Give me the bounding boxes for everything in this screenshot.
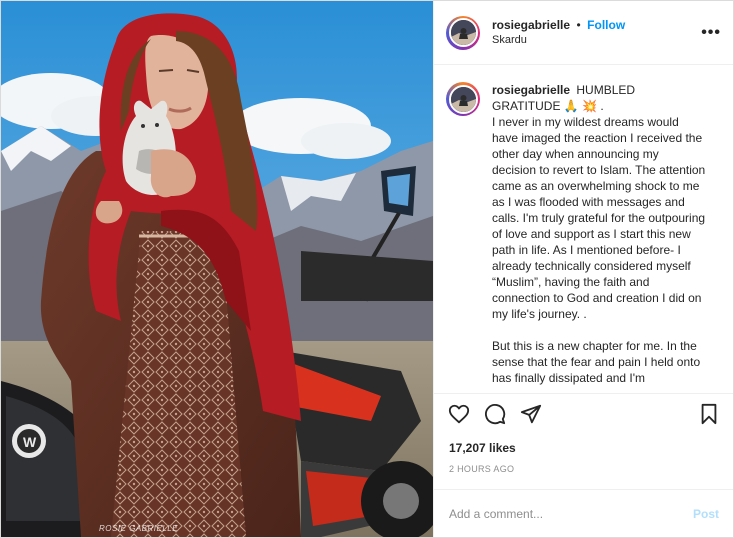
likes-count[interactable]: 17,207 likes (434, 433, 733, 455)
avatar[interactable] (446, 15, 480, 50)
follow-button[interactable]: Follow (587, 18, 625, 32)
post-caption: rosiegabrielle HUMBLED GRATITUDE 🙏 💥 . I… (492, 82, 706, 393)
caption-avatar[interactable] (446, 82, 480, 116)
caption-paragraph: But this is a new chapter for me. In the… (492, 339, 701, 385)
share-icon[interactable] (520, 403, 542, 425)
comment-bar: Post (434, 489, 733, 537)
post-header: rosiegabrielle • Follow Skardu ••• (434, 1, 733, 65)
more-options-icon[interactable]: ••• (701, 24, 721, 42)
location-link[interactable]: Skardu (492, 33, 701, 48)
post-sidebar: rosiegabrielle • Follow Skardu ••• rosie… (433, 1, 733, 537)
post-photo-image: W (1, 1, 433, 537)
instagram-post: W ROSIE GABRIELLE rosiegabrielle • Follo… (0, 0, 734, 538)
header-text: rosiegabrielle • Follow Skardu (492, 17, 701, 48)
comment-input[interactable] (449, 506, 693, 521)
comment-icon[interactable] (484, 403, 506, 425)
caption-paragraph: I never in my wildest dreams would have … (492, 115, 706, 321)
avatar-image (448, 18, 478, 47)
caption-avatar-image (448, 84, 478, 114)
photo-watermark: ROSIE GABRIELLE (99, 524, 179, 533)
caption-username[interactable]: rosiegabrielle (492, 83, 570, 97)
post-comment-button[interactable]: Post (693, 507, 719, 521)
heart-icon[interactable] (448, 403, 470, 425)
header-username[interactable]: rosiegabrielle (492, 18, 570, 32)
comments-section[interactable]: rosiegabrielle HUMBLED GRATITUDE 🙏 💥 . I… (434, 65, 733, 393)
separator-dot: • (576, 18, 581, 32)
bookmark-icon[interactable] (699, 403, 719, 425)
post-timestamp[interactable]: 2 HOURS AGO (434, 455, 733, 474)
post-photo[interactable]: W ROSIE GABRIELLE (1, 1, 433, 537)
svg-text:W: W (23, 434, 37, 450)
action-bar (434, 393, 733, 433)
